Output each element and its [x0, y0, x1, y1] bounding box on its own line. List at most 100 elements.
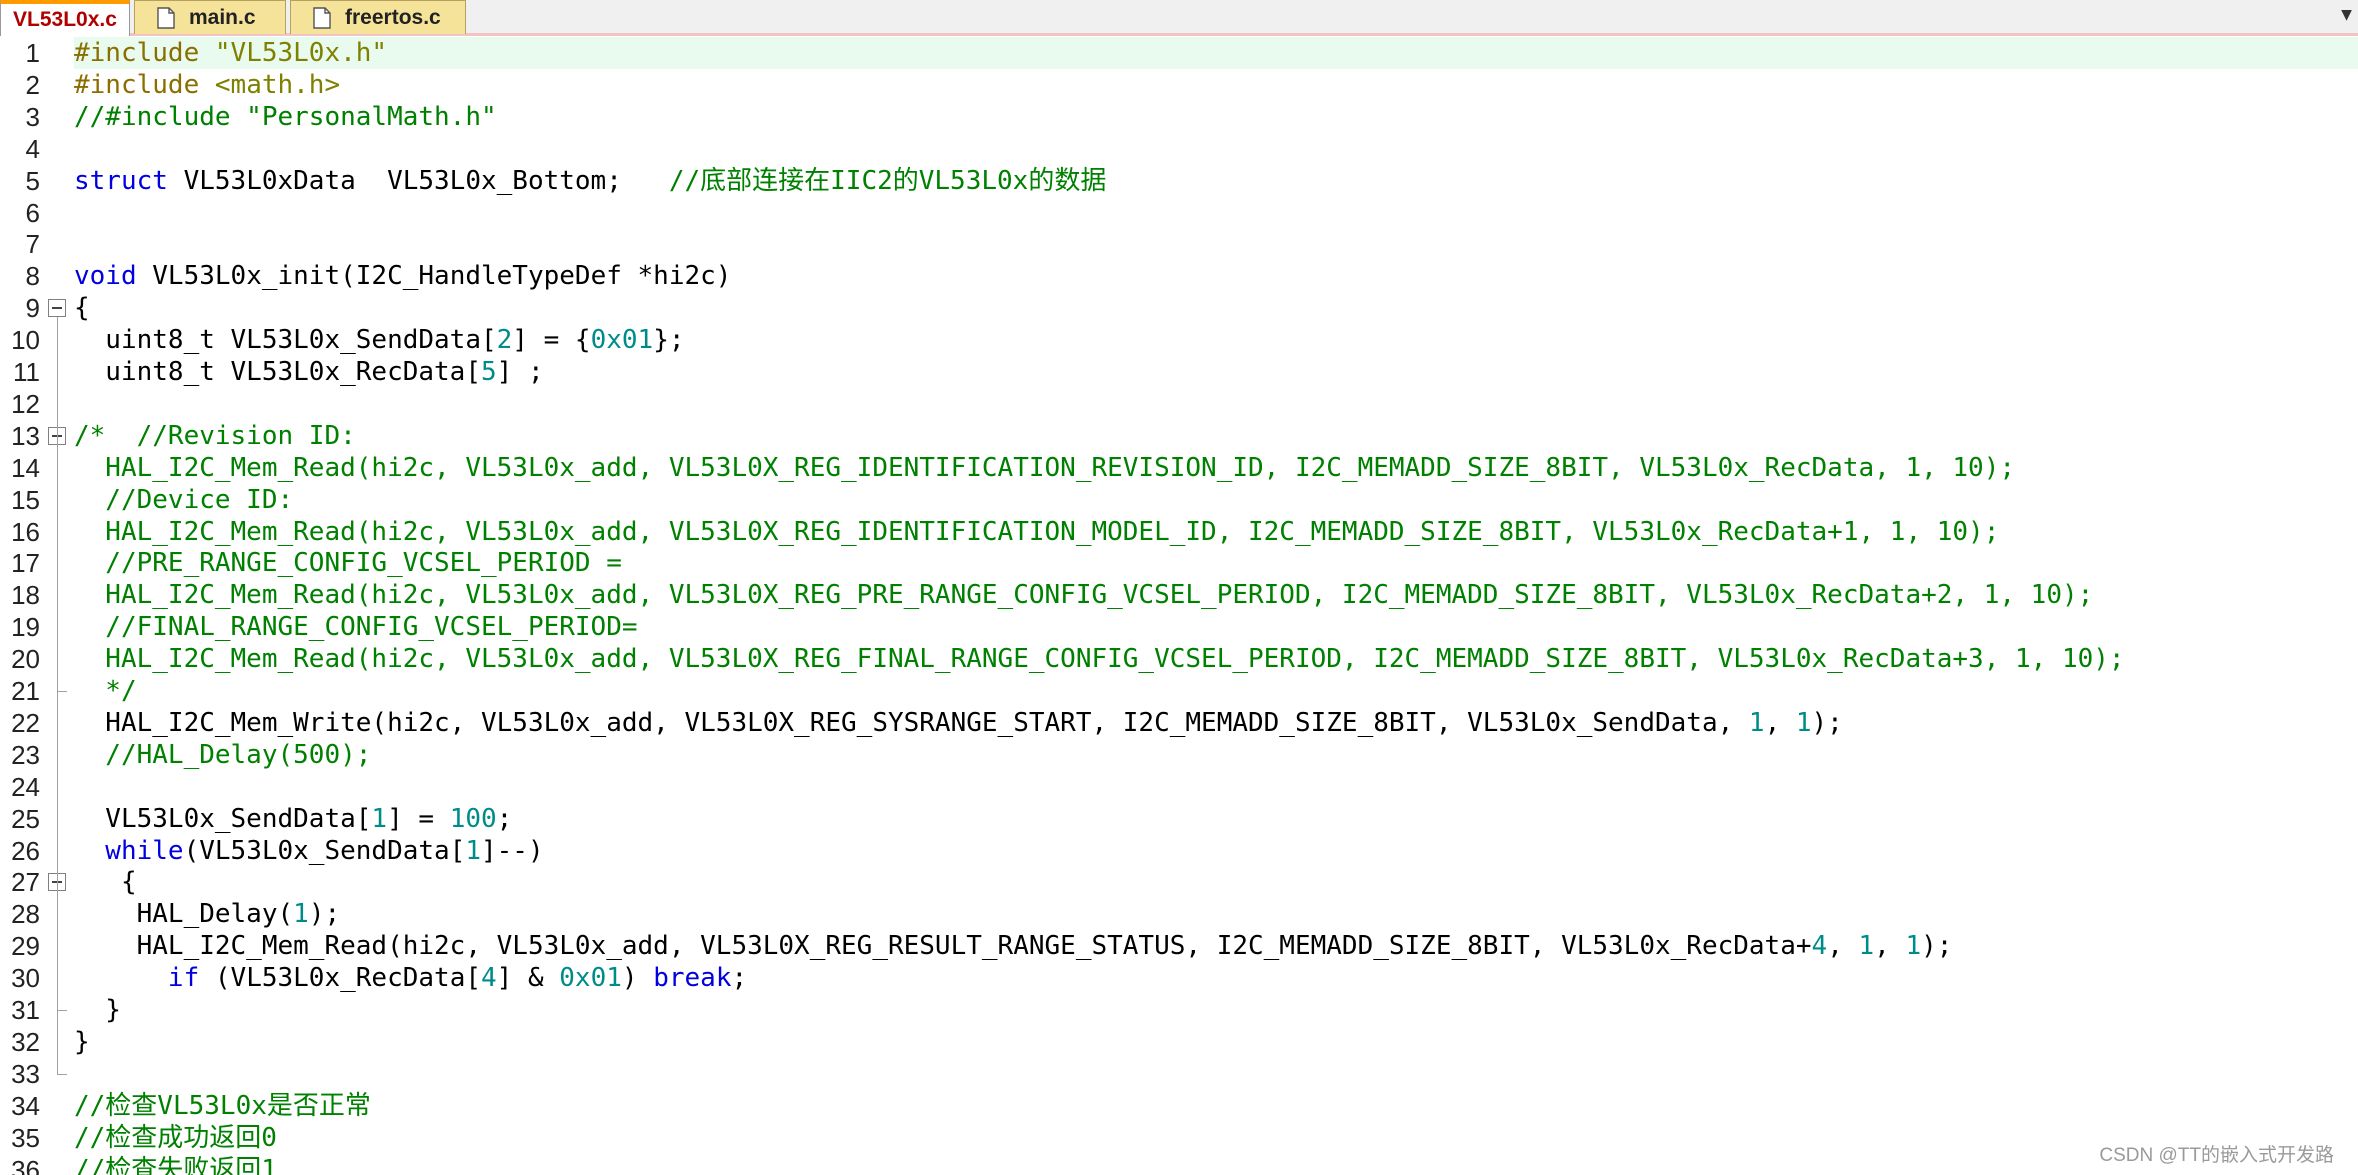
- line-number: 4: [25, 133, 40, 164]
- code-line[interactable]: while(VL53L0x_SendData[1]--): [74, 835, 2358, 867]
- code-line[interactable]: //PRE_RANGE_CONFIG_VCSEL_PERIOD =: [74, 547, 2358, 579]
- tab-main-c[interactable]: main.c: [134, 0, 286, 34]
- code-token: uint8_t VL53L0x_RecData[: [74, 357, 481, 387]
- code-token: HAL_I2C_Mem_Read(hi2c, VL53L0x_add, VL53…: [74, 452, 2016, 483]
- code-line[interactable]: //#include "PersonalMath.h": [74, 101, 2358, 133]
- fold-toggle-icon[interactable]: [48, 299, 66, 318]
- code-line[interactable]: HAL_I2C_Mem_Read(hi2c, VL53L0x_add, VL53…: [74, 516, 2358, 548]
- code-token: HAL_Delay(: [74, 899, 294, 930]
- code-line[interactable]: //检查失败返回1: [74, 1154, 2358, 1175]
- code-line[interactable]: VL53L0x_SendData[1] = 100;: [74, 803, 2358, 835]
- line-number: 17: [11, 548, 40, 579]
- line-number: 5: [25, 165, 40, 196]
- code-token: 2: [496, 325, 513, 356]
- code-token: );: [308, 899, 341, 930]
- code-line[interactable]: /* //Revision ID:: [74, 420, 2358, 452]
- code-token: 0x01: [590, 325, 654, 356]
- line-number: 10: [11, 325, 40, 356]
- code-line[interactable]: }: [74, 1026, 2358, 1058]
- code-line[interactable]: HAL_Delay(1);: [74, 898, 2358, 930]
- line-number: 1: [25, 38, 40, 68]
- code-token: 100: [449, 803, 497, 834]
- code-token: //HAL_Delay(500);: [74, 739, 372, 770]
- code-token: //检查失败返回1: [74, 1154, 277, 1175]
- code-token: );: [1921, 931, 1953, 962]
- code-line[interactable]: [74, 197, 2358, 229]
- code-token: );: [1811, 707, 1843, 738]
- line-number: 15: [11, 484, 40, 515]
- code-line[interactable]: //HAL_Delay(500);: [74, 739, 2358, 771]
- code-token: (VL53L0x_SendData[: [183, 835, 466, 866]
- code-line[interactable]: {: [74, 292, 2358, 324]
- line-number: 12: [11, 388, 40, 419]
- code-token: 5: [481, 357, 497, 387]
- code-token: //检查VL53L0x是否正常: [74, 1090, 371, 1121]
- code-token: //Device ID:: [74, 484, 294, 515]
- code-line[interactable]: #include <math.h>: [74, 69, 2358, 101]
- code-line[interactable]: }: [74, 994, 2358, 1026]
- code-line[interactable]: [74, 228, 2358, 260]
- code-token: {: [74, 867, 137, 898]
- code-line[interactable]: void VL53L0x_init(I2C_HandleTypeDef *hi2…: [74, 260, 2358, 292]
- code-line[interactable]: //检查VL53L0x是否正常: [74, 1090, 2358, 1122]
- code-token: ]--): [481, 835, 544, 866]
- code-token: //PRE_RANGE_CONFIG_VCSEL_PERIOD =: [74, 548, 622, 579]
- line-number: 32: [11, 1026, 40, 1057]
- line-number: 7: [25, 229, 40, 260]
- code-line[interactable]: uint8_t VL53L0x_RecData[5] ;: [74, 356, 2358, 388]
- code-token: ,: [1827, 931, 1859, 962]
- code-line[interactable]: [74, 388, 2358, 420]
- line-number: 27: [11, 867, 40, 898]
- code-line[interactable]: HAL_I2C_Mem_Write(hi2c, VL53L0x_add, VL5…: [74, 707, 2358, 739]
- code-line[interactable]: [74, 1058, 2358, 1090]
- code-line[interactable]: HAL_I2C_Mem_Read(hi2c, VL53L0x_add, VL53…: [74, 579, 2358, 611]
- fold-guide: [57, 444, 58, 691]
- line-number: 28: [11, 899, 40, 930]
- line-number: 23: [11, 739, 40, 770]
- code-token: };: [653, 325, 685, 356]
- code-line[interactable]: #include "VL53L0x.h": [74, 37, 2358, 69]
- code-token: 1: [371, 803, 388, 834]
- code-line[interactable]: //检查成功返回0: [74, 1122, 2358, 1154]
- code-editor[interactable]: 1 2 3 4 5 6 7 8 9 10 11 12 13 14 15 16 17 18 19 20 21 22 23 24 2…: [0, 36, 2358, 1175]
- line-number: 14: [11, 452, 40, 483]
- code-line[interactable]: uint8_t VL53L0x_SendData[2] = {0x01};: [74, 324, 2358, 356]
- code-token: break: [653, 963, 732, 994]
- code-line[interactable]: */: [74, 675, 2358, 707]
- code-line[interactable]: //FINAL_RANGE_CONFIG_VCSEL_PERIOD=: [74, 611, 2358, 643]
- code-token: //检查成功返回0: [74, 1122, 277, 1153]
- tab-freertos-c[interactable]: freertos.c: [290, 0, 466, 34]
- line-number: 6: [25, 197, 40, 228]
- code-line[interactable]: struct VL53L0xData VL53L0x_Bottom; //底部连…: [74, 165, 2358, 197]
- code-token: VL53L0x_init(I2C_HandleTypeDef *hi2c): [136, 261, 732, 292]
- code-line[interactable]: HAL_I2C_Mem_Read(hi2c, VL53L0x_add, VL53…: [74, 452, 2358, 484]
- code-token: #include: [74, 38, 215, 68]
- code-line[interactable]: [74, 771, 2358, 803]
- code-token: //#include "PersonalMath.h": [74, 101, 497, 132]
- code-line[interactable]: if (VL53L0x_RecData[4] & 0x01) break;: [74, 962, 2358, 994]
- code-token: 1: [1795, 707, 1812, 738]
- line-number: 13: [11, 420, 40, 451]
- code-token: }: [74, 995, 121, 1025]
- code-token: HAL_I2C_Mem_Read(hi2c, VL53L0x_add, VL53…: [74, 580, 2094, 611]
- code-line[interactable]: //Device ID:: [74, 484, 2358, 516]
- chevron-down-icon[interactable]: ▼: [2341, 4, 2352, 25]
- code-token: {: [74, 293, 90, 324]
- code-line[interactable]: HAL_I2C_Mem_Read(hi2c, VL53L0x_add, VL53…: [74, 643, 2358, 675]
- code-token: //底部连接在IIC2的VL53L0x的数据: [668, 165, 1107, 196]
- code-line[interactable]: [74, 133, 2358, 165]
- code-token: 1: [293, 899, 309, 930]
- line-number: 19: [11, 612, 40, 643]
- tab-vl53l0x-c[interactable]: VL53L0x.c: [0, 0, 130, 36]
- line-number: 20: [11, 644, 40, 675]
- code-token: uint8_t VL53L0x_SendData[: [74, 325, 497, 356]
- code-token: VL53L0xData VL53L0x_Bottom;: [167, 165, 669, 196]
- code-line[interactable]: {: [74, 866, 2358, 898]
- tab-label: VL53L0x.c: [13, 8, 117, 31]
- code-token: #include: [74, 69, 215, 100]
- fold-guide: [57, 891, 58, 1010]
- code-line[interactable]: HAL_I2C_Mem_Read(hi2c, VL53L0x_add, VL53…: [74, 930, 2358, 962]
- line-number: 24: [11, 771, 40, 802]
- line-number: 3: [25, 101, 40, 132]
- code-area[interactable]: #include "VL53L0x.h" #include <math.h>//#…: [72, 36, 2358, 1175]
